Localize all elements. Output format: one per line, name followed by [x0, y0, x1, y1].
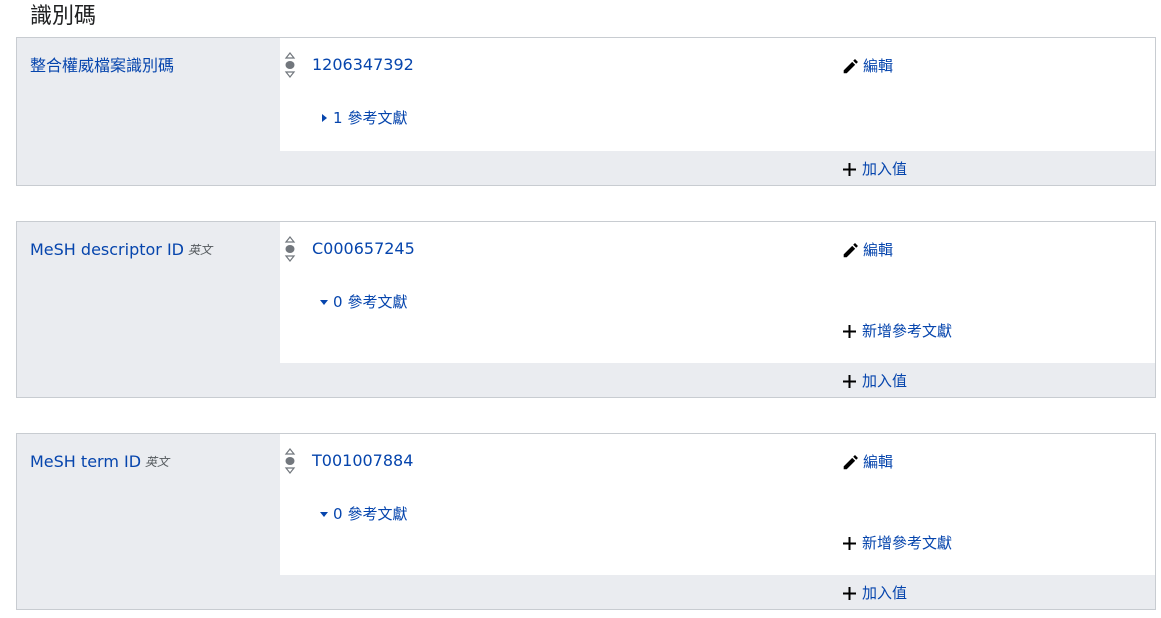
property-name[interactable]: MeSH term ID: [30, 452, 141, 471]
property-label[interactable]: MeSH descriptor ID 英文: [17, 222, 280, 261]
edit-label: 編輯: [863, 241, 894, 259]
plus-icon: [843, 324, 856, 338]
edit-button[interactable]: 編輯: [842, 239, 893, 261]
statement-value[interactable]: T001007884: [312, 450, 413, 472]
add-reference-button[interactable]: 新增參考文獻: [843, 320, 952, 342]
pencil-icon: [843, 242, 858, 257]
statement-value-area: 1206347392 編輯 1 參考文獻: [280, 38, 1155, 151]
statement-value-area: C000657245 編輯 0 參考文獻 新增參考文獻: [280, 222, 1155, 363]
references-label: 參考文獻: [347, 505, 408, 523]
edit-button[interactable]: 編輯: [842, 451, 893, 473]
add-reference-button[interactable]: 新增參考文獻: [843, 532, 952, 554]
references-label: 參考文獻: [347, 293, 408, 311]
plus-icon: [843, 374, 856, 388]
language-indicator: 英文: [145, 455, 170, 469]
property-label[interactable]: 整合權威檔案識別碼: [17, 38, 280, 77]
statement-value[interactable]: 1206347392: [312, 54, 414, 76]
references-toggle[interactable]: 0 參考文獻: [320, 503, 408, 525]
edit-label: 編輯: [863, 57, 894, 75]
add-value-button[interactable]: 加入值: [843, 370, 907, 392]
statement-value-area: T001007884 編輯 0 參考文獻 新增參考文獻: [280, 434, 1155, 575]
references-count: 0: [333, 293, 343, 311]
edit-button[interactable]: 編輯: [842, 55, 893, 77]
statement-group: MeSH term ID 英文 T001007884 編輯 0 參考文獻 新增參…: [16, 433, 1156, 610]
plus-icon: [843, 536, 856, 550]
plus-icon: [843, 586, 856, 600]
pencil-icon: [843, 454, 858, 469]
triangle-down-icon: [320, 512, 328, 517]
references-toggle[interactable]: 0 參考文獻: [320, 291, 408, 313]
add-reference-label: 新增參考文獻: [862, 534, 953, 552]
rank-normal-icon[interactable]: [284, 448, 296, 474]
property-label[interactable]: MeSH term ID 英文: [17, 434, 280, 473]
triangle-right-icon: [322, 114, 327, 122]
add-value-label: 加入值: [862, 584, 908, 602]
triangle-down-icon: [320, 300, 328, 305]
references-count: 0: [333, 505, 343, 523]
statement-group: 整合權威檔案識別碼 1206347392 編輯 1 參考文獻 加入值: [16, 37, 1156, 186]
statement-value[interactable]: C000657245: [312, 238, 415, 260]
add-value-button[interactable]: 加入值: [843, 582, 907, 604]
add-value-button[interactable]: 加入值: [843, 158, 907, 180]
language-indicator: 英文: [188, 243, 213, 257]
section-title: 識別碼: [30, 4, 97, 29]
rank-normal-icon[interactable]: [284, 52, 296, 78]
pencil-icon: [843, 58, 858, 73]
rank-normal-icon[interactable]: [284, 236, 296, 262]
property-name[interactable]: 整合權威檔案識別碼: [30, 56, 174, 75]
references-label: 參考文獻: [347, 109, 408, 127]
plus-icon: [843, 162, 856, 176]
statement-group: MeSH descriptor ID 英文 C000657245 編輯 0 參考文…: [16, 221, 1156, 398]
references-count: 1: [333, 109, 343, 127]
add-value-label: 加入值: [862, 160, 908, 178]
property-name[interactable]: MeSH descriptor ID: [30, 240, 184, 259]
add-value-label: 加入值: [862, 372, 908, 390]
add-reference-label: 新增參考文獻: [862, 322, 953, 340]
edit-label: 編輯: [863, 453, 894, 471]
references-toggle[interactable]: 1 參考文獻: [320, 107, 408, 129]
